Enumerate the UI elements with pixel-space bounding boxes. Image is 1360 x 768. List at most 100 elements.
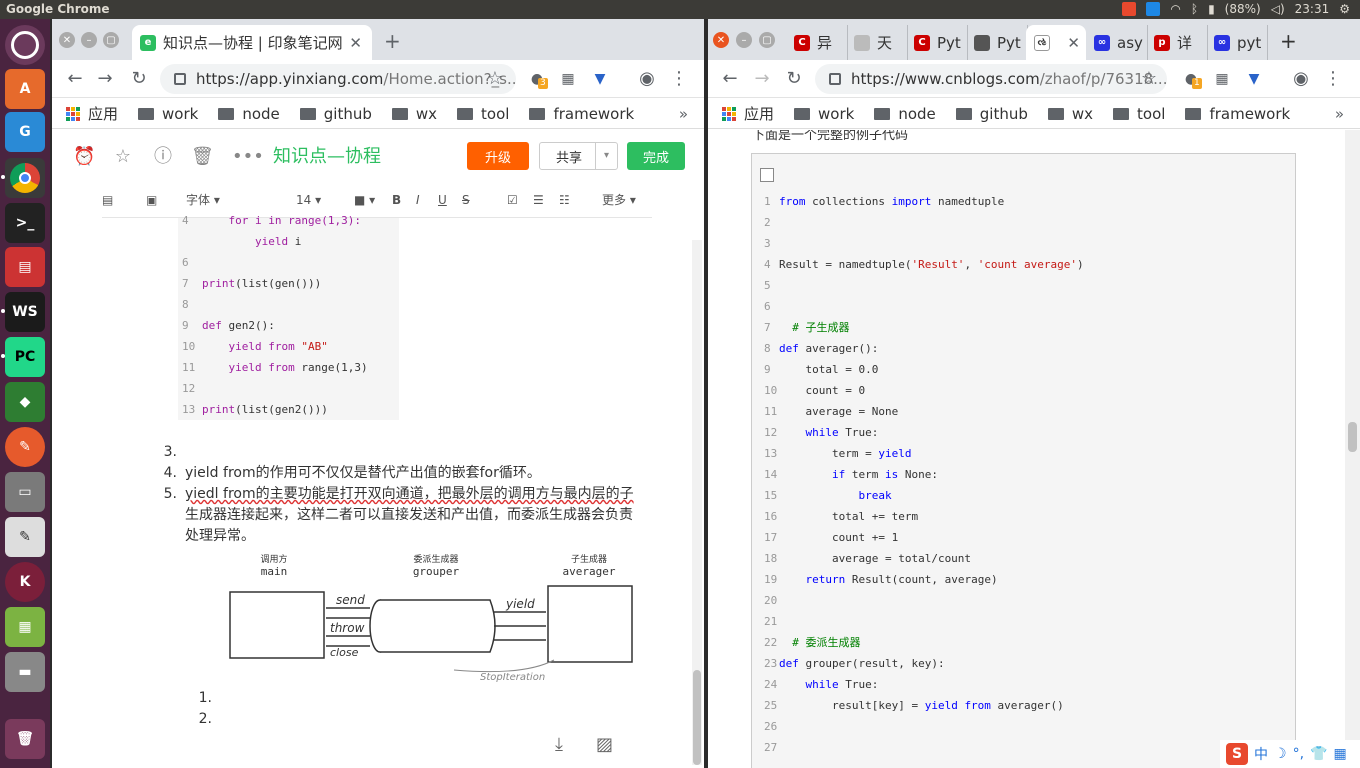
shortcut-star-icon[interactable]: ☆ [112, 146, 134, 168]
code-block[interactable]: 4 for i in range(1,3): yield i 6 7 print(… [178, 214, 399, 420]
sogou-tray-icon[interactable] [1122, 2, 1137, 16]
kazam-icon[interactable]: K [5, 562, 45, 602]
tab-4[interactable]: Pyt [968, 25, 1028, 60]
list-item[interactable]: 处理异常。 [159, 526, 255, 547]
tab-6[interactable]: ∞ asy [1088, 25, 1148, 60]
qr-code-icon[interactable]: ▦ [557, 68, 579, 90]
pycharm-icon[interactable]: PC [1, 337, 45, 377]
tab-1[interactable]: C异 [788, 25, 848, 60]
wifi-icon[interactable]: ◠ [1170, 2, 1180, 16]
settings-gear-icon[interactable]: ⚙ [1339, 2, 1350, 16]
bold-icon[interactable]: B [392, 192, 401, 208]
bookmark-work[interactable]: work [794, 105, 854, 123]
bluetooth-icon[interactable]: ᛒ [1191, 2, 1198, 16]
bookmark-framework[interactable]: framework [529, 105, 634, 123]
tab-evernote[interactable]: e 知识点—协程 | 印象笔记网 ✕ [132, 25, 372, 60]
shirt-icon[interactable]: 👕 [1310, 746, 1327, 762]
numbered-list-icon[interactable]: ☷ [559, 192, 570, 208]
close-tab-icon[interactable]: ✕ [1067, 34, 1080, 52]
android-studio-icon[interactable]: ◆ [5, 382, 45, 422]
bookmark-star-icon[interactable]: ☆ [484, 68, 506, 90]
bookmark-wx[interactable]: wx [391, 105, 437, 123]
sogou-icon[interactable]: S [1226, 743, 1248, 765]
more-bookmarks-icon[interactable]: » [1335, 105, 1344, 123]
forward-icon[interactable]: → [751, 68, 773, 90]
yield-from-diagram[interactable]: 调用方 main 委派生成器 grouper 子生成器 averager sen… [224, 550, 636, 686]
app-tray-icon[interactable] [1146, 2, 1161, 16]
list-item[interactable]: 3. [159, 442, 185, 463]
maximize-window-icon[interactable]: ▢ [103, 32, 119, 48]
app-icon[interactable]: G [5, 112, 45, 152]
bookmark-github[interactable]: github [299, 105, 372, 123]
sub-list-item[interactable]: 1. [194, 688, 220, 709]
bookmark-wx[interactable]: wx [1047, 105, 1093, 123]
trash-icon[interactable]: 🗑 [5, 719, 45, 759]
account-icon[interactable]: ◉ [1290, 68, 1312, 90]
reload-icon[interactable]: ↻ [128, 68, 150, 90]
template-icon[interactable]: ▤ [102, 192, 113, 208]
grid-icon[interactable]: ▦ [1333, 746, 1346, 762]
new-tab-icon[interactable]: + [384, 29, 401, 53]
punctuation-icon[interactable]: °, [1293, 746, 1304, 762]
bookmark-apps[interactable]: 应用 [722, 103, 774, 124]
reminder-icon[interactable]: ⏰ [73, 146, 95, 168]
lock-icon[interactable]: ▣ [146, 192, 157, 208]
bookmark-github[interactable]: github [955, 105, 1028, 123]
back-icon[interactable]: ← [719, 68, 741, 90]
menu-icon[interactable]: ⋮ [1322, 68, 1344, 90]
system-monitor-icon[interactable]: ▦ [5, 607, 45, 647]
moon-icon[interactable]: ☽ [1274, 746, 1287, 762]
menu-icon[interactable]: ⋮ [668, 68, 690, 90]
ime-mode-label[interactable]: 中 [1254, 744, 1268, 764]
tab-2[interactable]: 天 [848, 25, 908, 60]
bookmark-work[interactable]: work [138, 105, 198, 123]
upgrade-button[interactable]: 升级 [467, 142, 529, 170]
minimize-window-icon[interactable]: – [736, 32, 752, 48]
account-icon[interactable]: ◉ [636, 68, 658, 90]
copy-code-icon[interactable] [760, 168, 774, 182]
chevron-down-icon[interactable]: ▾ [595, 143, 617, 169]
disk-icon[interactable]: ▬ [5, 652, 45, 692]
qr-code-icon[interactable]: ▦ [1211, 68, 1233, 90]
underline-icon[interactable]: U [438, 192, 447, 208]
text-editor-icon[interactable]: ✎ [5, 517, 45, 557]
battery-icon[interactable]: ▮ [1208, 2, 1215, 16]
done-button[interactable]: 完成 [627, 142, 685, 170]
address-bar[interactable]: https://www.cnblogs.com/zhaof/p/76318... [815, 64, 1167, 94]
download-icon[interactable]: ⤓ [555, 734, 577, 756]
app-red-icon[interactable]: ▤ [5, 247, 45, 287]
close-tab-icon[interactable]: ✕ [349, 34, 362, 52]
font-size-select[interactable]: 14 ▾ [296, 192, 321, 208]
address-bar[interactable]: https://app.yinxiang.com/Home.action?_s.… [160, 64, 516, 94]
close-window-icon[interactable]: ✕ [59, 32, 75, 48]
more-bookmarks-icon[interactable]: » [679, 105, 688, 123]
forward-icon[interactable]: → [94, 68, 116, 90]
bookmark-framework[interactable]: framework [1185, 105, 1290, 123]
list-item[interactable]: 4. yield from的作用可不仅仅是替代产出值的嵌套for循环。 [159, 463, 541, 484]
minimize-window-icon[interactable]: – [81, 32, 97, 48]
new-tab-icon[interactable]: + [1280, 29, 1297, 53]
volume-icon[interactable]: ◁) [1271, 2, 1285, 16]
delete-icon[interactable]: 🗑 [191, 146, 214, 168]
share-button[interactable]: 共享 ▾ [539, 142, 618, 170]
bookmark-tool[interactable]: tool [457, 105, 509, 123]
tab-3[interactable]: C Pyt [908, 25, 968, 60]
bullet-list-icon[interactable]: ☰ [533, 192, 544, 208]
postman-icon[interactable]: ✎ [5, 427, 45, 467]
list-item[interactable]: 5. yiedl from的主要功能是打开双向通道，把最外层的调用方与最内层的子 [159, 484, 634, 505]
scrollbar-thumb[interactable] [1348, 422, 1357, 452]
page-scrollbar[interactable] [1345, 130, 1360, 768]
tab-7[interactable]: p详 [1148, 25, 1208, 60]
code-block[interactable]: 1 from collections import namedtuple 2 3 … [751, 153, 1296, 768]
clock[interactable]: 23:31 [1295, 2, 1330, 16]
tab-8[interactable]: ∞ pyt [1208, 25, 1268, 60]
bookmark-node[interactable]: node [218, 105, 280, 123]
italic-icon[interactable]: I [416, 192, 420, 208]
maximize-window-icon[interactable]: ▢ [759, 32, 775, 48]
vue-devtools-icon[interactable]: ▼ [589, 68, 611, 90]
software-center-icon[interactable]: A [5, 69, 45, 109]
back-icon[interactable]: ← [64, 68, 86, 90]
extension-icon[interactable]: ● 1 [1180, 68, 1202, 90]
vue-devtools-icon[interactable]: ▼ [1243, 68, 1265, 90]
strikethrough-icon[interactable]: S [462, 192, 470, 208]
